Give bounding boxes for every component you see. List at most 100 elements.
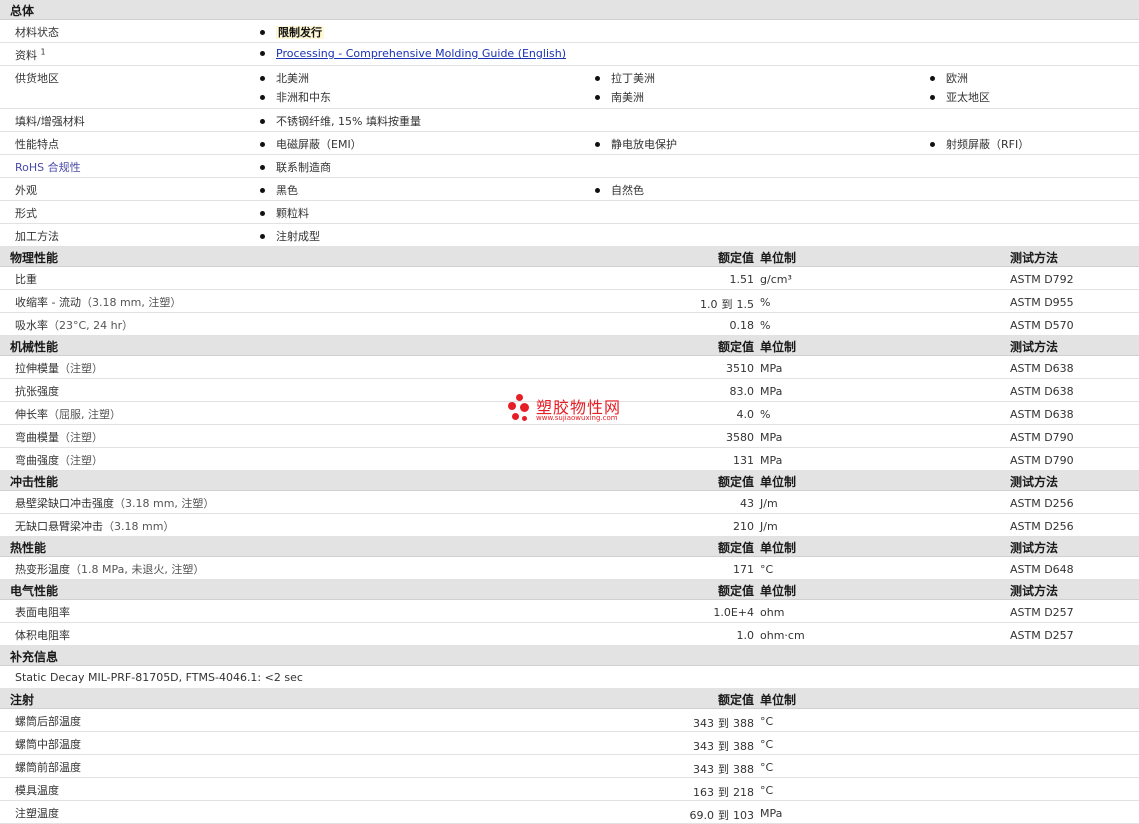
property-condition: （3.18 mm, 注塑）: [80, 296, 182, 309]
property-test-method: ASTM D638: [1010, 408, 1074, 421]
property-label: 抗张强度: [15, 383, 59, 399]
property-test-method: ASTM D256: [1010, 497, 1074, 510]
property-name: 伸长率: [15, 408, 48, 421]
property-name: 螺筒后部温度: [15, 715, 81, 728]
bullet-item: 不锈钢纤维, 15% 填料按重量: [260, 113, 421, 129]
section-header-impact: 冲击性能 额定值 单位制 测试方法: [0, 471, 1139, 491]
property-unit: °C: [760, 761, 774, 774]
property-unit: %: [760, 296, 771, 309]
property-unit: MPa: [760, 431, 783, 444]
row-features: 性能特点 电磁屏蔽（EMI） 静电放电保护 射频屏蔽（RFI）: [0, 132, 1139, 155]
nominal-value: 3510: [726, 362, 754, 375]
property-name: 拉伸模量: [15, 362, 59, 375]
nominal-value: 3580: [726, 431, 754, 444]
bullet-item: 拉丁美洲: [595, 70, 655, 86]
property-value: 4.0: [737, 408, 755, 421]
range-high: 103: [733, 809, 754, 822]
row-material-status: 材料状态 限制发行: [0, 20, 1139, 43]
property-unit: J/m: [760, 520, 778, 533]
range-separator: 到: [718, 809, 729, 822]
section-header-mechanical: 机械性能 额定值 单位制 测试方法: [0, 336, 1139, 356]
column-header-value: 额定值: [717, 475, 754, 489]
property-name: 热变形温度: [15, 563, 70, 576]
property-condition: （1.8 MPa, 未退火, 注塑）: [70, 563, 205, 576]
property-unit: MPa: [760, 807, 783, 820]
bullet-icon: [260, 50, 265, 56]
nominal-value: 43: [740, 497, 754, 510]
range-high: 218: [733, 786, 754, 799]
bullet-icon: [260, 94, 265, 100]
property-value: 343 到 388: [693, 738, 754, 754]
property-value: 1.0E+4: [713, 606, 754, 619]
column-header-test: 测试方法: [1010, 251, 1059, 265]
column-header-value: 额定值: [717, 340, 754, 354]
property-value: 1.0: [737, 629, 755, 642]
property-condition: （注塑）: [59, 454, 103, 467]
bullet-item: 非洲和中东: [260, 89, 331, 105]
property-unit: ohm·cm: [760, 629, 805, 642]
bullet-item: Processing - Comprehensive Molding Guide…: [260, 47, 566, 60]
bullet-icon: [260, 233, 265, 239]
property-condition: （注塑）: [59, 431, 103, 444]
property-row: 无缺口悬臂梁冲击（3.18 mm） 210 J/m ASTM D256: [0, 514, 1139, 537]
property-value: 3510: [726, 362, 754, 375]
range-low: 343: [693, 717, 714, 730]
property-label: 螺筒中部温度: [15, 736, 81, 752]
bullet-icon: [260, 118, 265, 124]
property-condition: （注塑）: [59, 362, 103, 375]
property-unit: °C: [760, 784, 774, 797]
bullet-item: 欧洲: [930, 70, 968, 86]
bullet-icon: [260, 187, 265, 193]
column-header-test: 测试方法: [1010, 340, 1059, 354]
range-separator: 到: [718, 740, 729, 753]
bullet-item: 限制发行: [260, 24, 324, 40]
property-row: 螺筒中部温度 343 到 388 °C: [0, 732, 1139, 755]
property-test-method: ASTM D790: [1010, 431, 1074, 444]
property-value: 171: [733, 563, 754, 576]
property-unit: J/m: [760, 497, 778, 510]
property-row: 收缩率 - 流动（3.18 mm, 注塑） 1.0 到 1.5% ASTM D955: [0, 290, 1139, 313]
footnote-marker: 1: [40, 47, 46, 57]
property-label: 收缩率 - 流动（3.18 mm, 注塑）: [15, 294, 181, 310]
bullet-item: 射频屏蔽（RFI）: [930, 136, 1029, 152]
property-label: 伸长率（屈服, 注塑）: [15, 406, 121, 422]
bullet-icon: [930, 141, 935, 147]
nominal-value: 131: [733, 454, 754, 467]
property-name: 收缩率 - 流动: [15, 296, 81, 309]
property-row: 热变形温度（1.8 MPa, 未退火, 注塑） 171 °C ASTM D648: [0, 557, 1139, 580]
property-value: 210: [733, 520, 754, 533]
section-title: 物理性能: [10, 251, 59, 265]
property-label: 无缺口悬臂梁冲击（3.18 mm）: [15, 518, 174, 534]
section-title: 冲击性能: [10, 475, 59, 489]
row-label: 性能特点: [15, 138, 59, 151]
property-test-method: ASTM D792: [1010, 273, 1074, 286]
range-high: 388: [733, 717, 754, 730]
section-injection: 注射 额定值 单位制 螺筒后部温度 343 到 388 °C 螺筒中部温度 343 到 388 °C 螺筒…: [0, 689, 1139, 824]
bullet-item: 注射成型: [260, 228, 320, 244]
row-literature: 资料 1 Processing - Comprehensive Molding …: [0, 43, 1139, 66]
row-label: RoHS 合规性: [15, 161, 81, 174]
property-unit: %: [760, 319, 771, 332]
bullet-icon: [930, 94, 935, 100]
property-test-method: ASTM D638: [1010, 362, 1074, 375]
property-condition: （23°C, 24 hr）: [48, 319, 134, 332]
bullet-item: 颗粒料: [260, 205, 309, 221]
bullet-icon: [260, 29, 265, 35]
section-title: 注射: [10, 693, 35, 707]
bullet-icon: [595, 94, 600, 100]
column-header-test: 测试方法: [1010, 541, 1059, 555]
molding-guide-link[interactable]: Processing - Comprehensive Molding Guide…: [276, 47, 566, 60]
supplement-note: Static Decay MIL-PRF-81705D, FTMS-4046.1…: [15, 671, 303, 684]
property-label: 螺筒前部温度: [15, 759, 81, 775]
property-value: 343 到 388: [693, 761, 754, 777]
property-name: 弯曲强度: [15, 454, 59, 467]
property-label: 注塑温度: [15, 805, 59, 821]
section-header-general: 总体: [0, 0, 1139, 20]
nominal-value: 171: [733, 563, 754, 576]
section-title: 机械性能: [10, 340, 59, 354]
property-test-method: ASTM D790: [1010, 454, 1074, 467]
property-unit: MPa: [760, 454, 783, 467]
logo-dot: [520, 403, 529, 412]
property-test-method: ASTM D256: [1010, 520, 1074, 533]
range-separator: 到: [721, 298, 733, 311]
